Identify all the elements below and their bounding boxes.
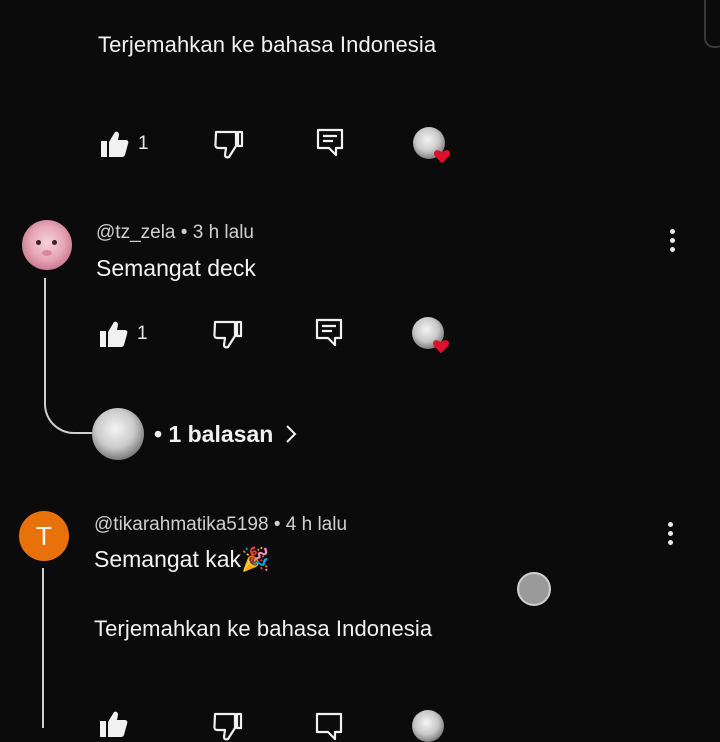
- like-count: 1: [137, 323, 148, 344]
- heart-icon: [434, 150, 450, 164]
- like-icon: [100, 321, 128, 347]
- comment-meta: @tikarahmatika5198 • 4 h lalu: [94, 514, 347, 536]
- thread-line: [42, 568, 44, 728]
- party-popper-emoji: 🎉: [241, 546, 270, 572]
- reply-icon: [315, 712, 343, 741]
- comment-author[interactable]: @tz_zela: [96, 222, 176, 243]
- replies-count: • 1 balasan: [154, 420, 274, 447]
- heart-icon: [433, 340, 449, 354]
- comment-body: Semangat kak: [94, 546, 242, 572]
- comment-meta: @tz_zela • 3 h lalu: [96, 222, 254, 244]
- like-button[interactable]: 1: [97, 318, 148, 350]
- meta-separator: •: [180, 222, 188, 243]
- more-vert-icon[interactable]: [668, 522, 674, 549]
- reply-icon: [315, 318, 343, 347]
- creator-heart: [412, 317, 449, 354]
- view-replies-button[interactable]: • 1 balasan: [92, 408, 297, 460]
- avatar[interactable]: [22, 220, 72, 270]
- reply-button[interactable]: [313, 316, 345, 348]
- comment-time: 3 h lalu: [192, 222, 254, 243]
- reply-avatar: [92, 408, 144, 460]
- dislike-icon: [214, 130, 244, 159]
- comment-text: Semangat kak🎉: [94, 546, 270, 573]
- creator-heart: [413, 127, 450, 164]
- like-button[interactable]: [97, 708, 129, 740]
- dislike-button[interactable]: [212, 128, 244, 160]
- avatar[interactable]: T: [19, 511, 69, 561]
- comment-time: 4 h lalu: [285, 514, 348, 535]
- thread-connector: [44, 278, 92, 434]
- scroll-edge: [704, 0, 720, 48]
- dislike-button[interactable]: [211, 710, 243, 742]
- reply-button[interactable]: [313, 710, 345, 742]
- like-button[interactable]: 1: [98, 128, 149, 160]
- avatar-letter: T: [36, 520, 52, 551]
- dislike-icon: [213, 320, 243, 349]
- comment-text: Semangat deck: [96, 255, 256, 281]
- translate-link[interactable]: Terjemahkan ke bahasa Indonesia: [98, 32, 436, 58]
- reply-button[interactable]: [314, 126, 346, 158]
- like-icon: [101, 131, 129, 157]
- like-count: 1: [138, 133, 149, 154]
- reply-icon: [316, 128, 344, 157]
- dislike-icon: [213, 712, 243, 741]
- comment-author[interactable]: @tikarahmatika5198: [94, 514, 269, 535]
- touch-indicator: [517, 572, 551, 606]
- creator-avatar: [412, 710, 444, 742]
- chevron-right-icon: [286, 425, 297, 443]
- meta-separator: •: [273, 514, 281, 535]
- dislike-button[interactable]: [211, 318, 243, 350]
- translate-link[interactable]: Terjemahkan ke bahasa Indonesia: [94, 616, 432, 642]
- more-vert-icon[interactable]: [670, 229, 676, 256]
- like-icon: [100, 711, 128, 737]
